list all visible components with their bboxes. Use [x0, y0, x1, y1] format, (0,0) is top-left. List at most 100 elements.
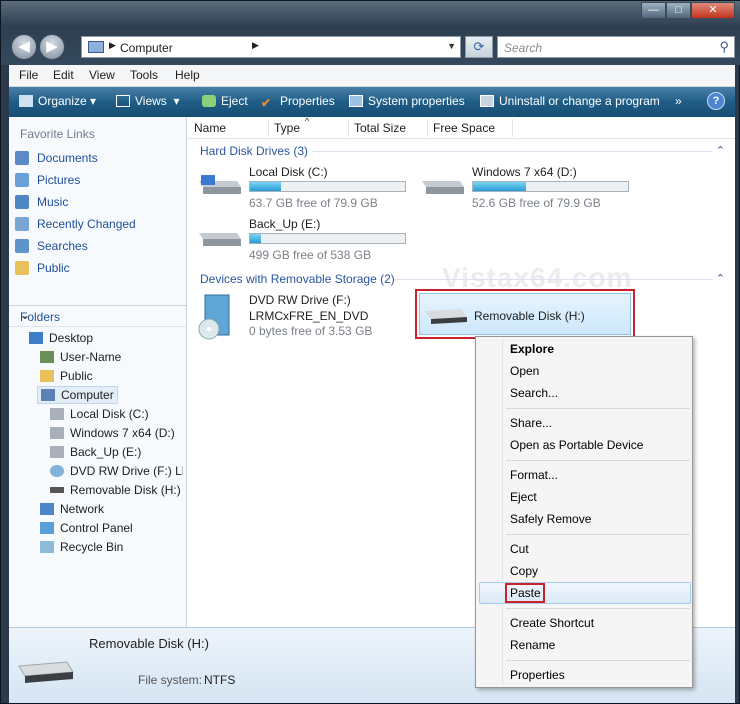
menu-open[interactable]: Open — [510, 364, 539, 378]
tree-label: Recycle Bin — [60, 540, 124, 554]
navigation-pane: Favorite Links Documents Pictures Music … — [9, 117, 187, 627]
column-free-space[interactable]: Free Space — [433, 121, 495, 135]
favorite-documents[interactable]: Documents — [15, 151, 98, 165]
tree-windows7-d[interactable]: Windows 7 x64 (D:) — [50, 426, 175, 440]
column-type[interactable]: Type — [274, 121, 300, 135]
properties-button[interactable]: ✔ Properties — [261, 94, 335, 110]
menu-share[interactable]: Share... — [510, 416, 552, 430]
menu-edit[interactable]: Edit — [53, 68, 74, 82]
collapse-icon[interactable]: ⌃ — [716, 272, 725, 285]
drive-backup-e[interactable]: Back_Up (E:) 499 GB free of 538 GB — [197, 217, 417, 263]
menu-properties[interactable]: Properties — [510, 668, 565, 682]
network-icon — [40, 503, 54, 515]
tree-recycle-bin[interactable]: Recycle Bin — [40, 540, 123, 554]
details-fs-label: File system: — [138, 673, 203, 687]
more-commands-button[interactable]: » — [675, 94, 682, 108]
tree-network[interactable]: Network — [40, 502, 104, 516]
menu-eject[interactable]: Eject — [510, 490, 537, 504]
favorite-music[interactable]: Music — [15, 195, 68, 209]
menu-separator — [506, 660, 690, 661]
tree-backup-e[interactable]: Back_Up (E:) — [50, 445, 141, 459]
menu-file[interactable]: File — [19, 68, 38, 82]
menu-copy[interactable]: Copy — [510, 564, 538, 578]
favorite-pictures[interactable]: Pictures — [15, 173, 80, 187]
drive-local-disk-c[interactable]: Local Disk (C:) 63.7 GB free of 79.9 GB — [197, 165, 417, 211]
removable-disk-highlight[interactable]: Removable Disk (H:) — [415, 289, 635, 339]
drive-dvd-f[interactable]: DVD RW Drive (F:) LRMCxFRE_EN_DVD 0 byte… — [197, 293, 407, 340]
menu-help[interactable]: Help — [175, 68, 200, 82]
tree-label: Public — [60, 369, 93, 383]
capacity-bar — [472, 181, 629, 192]
removable-drive-icon — [50, 487, 64, 493]
folders-header[interactable]: Folders ⌄ — [9, 305, 187, 327]
capacity-bar — [249, 181, 406, 192]
search-icon[interactable]: ⚲ — [719, 39, 729, 55]
search-input[interactable]: Search ⚲ — [497, 36, 735, 58]
chevron-down-icon[interactable]: ▼ — [447, 41, 456, 51]
favorite-public[interactable]: Public — [15, 261, 70, 275]
uninstall-button[interactable]: Uninstall or change a program — [480, 94, 660, 108]
menu-search[interactable]: Search... — [510, 386, 558, 400]
menu-tools[interactable]: Tools — [130, 68, 158, 82]
drive-name: Back_Up (E:) — [249, 217, 321, 231]
menu-format[interactable]: Format... — [510, 468, 558, 482]
recycle-bin-icon — [40, 541, 54, 553]
tree-user-name[interactable]: User-Name — [40, 350, 121, 364]
group-removable-storage[interactable]: Devices with Removable Storage (2) — [200, 272, 395, 286]
views-button[interactable]: Views ▾ — [116, 94, 180, 108]
menu-open-portable[interactable]: Open as Portable Device — [510, 438, 643, 452]
forward-button[interactable]: ▶ — [39, 34, 65, 60]
menu-separator — [506, 608, 690, 609]
tree-label: DVD RW Drive (F:) LRM — [70, 464, 183, 478]
drive-name: Removable Disk (H:) — [474, 309, 585, 323]
tree-dvd-f[interactable]: DVD RW Drive (F:) LRM — [50, 464, 183, 478]
chevron-right-icon[interactable]: ▶ — [109, 40, 116, 51]
address-bar[interactable]: ▶ Computer ▶ ▼ — [81, 36, 461, 58]
favorite-searches[interactable]: Searches — [15, 239, 88, 253]
drive-windows7-d[interactable]: Windows 7 x64 (D:) 52.6 GB free of 79.9 … — [420, 165, 640, 211]
favorite-label: Recently Changed — [37, 217, 136, 231]
tree-local-disk-c[interactable]: Local Disk (C:) — [50, 407, 149, 421]
checkmark-icon: ✔ — [261, 96, 272, 110]
tree-desktop[interactable]: Desktop — [29, 331, 93, 345]
refresh-button[interactable]: ⟳ — [465, 36, 493, 58]
menu-create-shortcut[interactable]: Create Shortcut — [510, 616, 594, 630]
menu-cut[interactable]: Cut — [510, 542, 529, 556]
menu-view[interactable]: View — [89, 68, 115, 82]
favorite-recently-changed[interactable]: Recently Changed — [15, 217, 136, 231]
help-icon[interactable]: ? — [707, 92, 725, 110]
drive-free-space: 0 bytes free of 3.53 GB — [249, 324, 373, 338]
group-hard-disk-drives[interactable]: Hard Disk Drives (3) — [200, 144, 308, 158]
menu-separator — [506, 408, 690, 409]
drive-removable-h[interactable]: Removable Disk (H:) — [419, 293, 631, 335]
maximize-button[interactable]: □ — [666, 2, 691, 19]
hard-drive-icon — [199, 233, 241, 246]
back-button[interactable]: ◀ — [11, 34, 37, 60]
desktop-icon — [29, 332, 43, 344]
column-total-size[interactable]: Total Size — [354, 121, 406, 135]
properties-label: Properties — [280, 94, 335, 108]
tree-computer[interactable]: Computer — [37, 386, 118, 404]
menu-paste[interactable]: Paste — [510, 586, 541, 600]
documents-icon — [15, 151, 29, 165]
minimize-button[interactable]: — — [641, 2, 666, 19]
breadcrumb-computer[interactable]: Computer — [120, 41, 173, 55]
collapse-icon[interactable]: ⌃ — [716, 144, 725, 157]
menu-rename[interactable]: Rename — [510, 638, 555, 652]
chevron-right-icon[interactable]: ▶ — [252, 40, 259, 51]
tree-removable-h[interactable]: Removable Disk (H:) — [50, 483, 181, 497]
eject-button[interactable]: Eject — [202, 94, 248, 108]
chevron-down-icon[interactable]: ⌄ — [20, 308, 179, 322]
pictures-icon — [15, 173, 29, 187]
tree-control-panel[interactable]: Control Panel — [40, 521, 133, 535]
details-drive-name: Removable Disk (H:) — [89, 636, 209, 651]
eject-label: Eject — [221, 94, 248, 108]
close-button[interactable]: ✕ — [691, 2, 735, 19]
tree-public[interactable]: Public — [40, 369, 93, 383]
system-properties-button[interactable]: System properties — [349, 94, 465, 108]
organize-button[interactable]: Organize ▾ — [19, 94, 96, 108]
column-name[interactable]: Name — [194, 121, 226, 135]
menu-safely-remove[interactable]: Safely Remove — [510, 512, 591, 526]
drive-free-space: 499 GB free of 538 GB — [249, 248, 372, 262]
menu-explore[interactable]: Explore — [510, 342, 554, 356]
